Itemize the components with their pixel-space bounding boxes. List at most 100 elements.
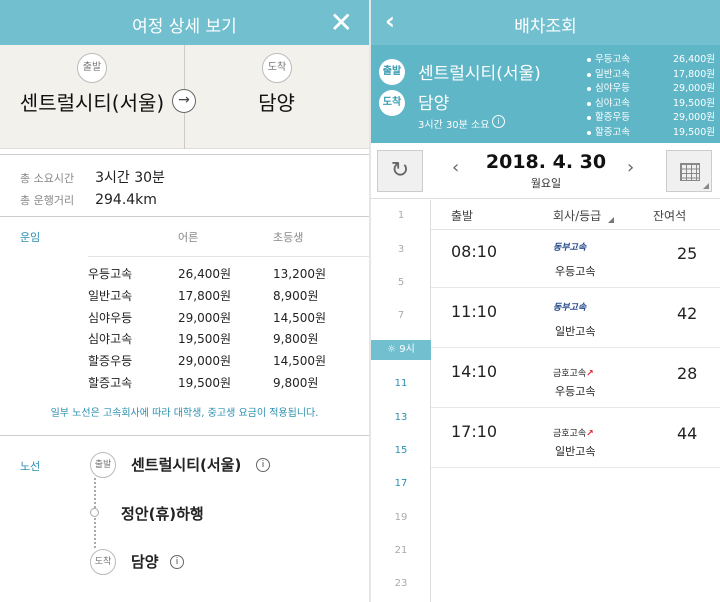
bullet-icon <box>587 87 591 92</box>
company-name: 금호고속 <box>553 429 587 439</box>
fare-row: 할증우등 29,000원 14,500원 <box>88 351 358 373</box>
company-logo: 금호고속↗ <box>553 426 603 442</box>
fare-child: 13,200원 <box>273 267 327 281</box>
hour-item[interactable]: 23 <box>371 578 431 589</box>
stop-departure: 센트럴시티(서울) <box>131 456 242 474</box>
fare-child: 8,900원 <box>273 288 319 303</box>
arrival-badge: 도착 <box>262 53 292 83</box>
fare-row: 할증고속 19,500원 9,800원 <box>88 373 358 395</box>
hour-item[interactable]: 11 <box>371 378 431 389</box>
remaining-seats: 42 <box>677 304 698 323</box>
grade-price: 19,500원 <box>673 126 715 138</box>
departure-terminal: 센트럴시티(서울) <box>19 91 165 115</box>
fare-grade: 할증우등 <box>88 354 133 369</box>
total-time-label: 총 소요시간 <box>20 172 75 185</box>
fare-table: 우등고속 26,400원 13,200원 일반고속 17,800원 8,900원… <box>88 264 358 395</box>
section-divider <box>0 154 369 155</box>
fare-header-divider <box>88 256 369 257</box>
bus-grade: 일반고속 <box>555 325 596 338</box>
fare-adult: 29,000원 <box>178 354 232 369</box>
schedule-row[interactable]: 14:10 금호고속↗ 우등고속 28 <box>431 348 720 408</box>
hour-item[interactable]: 13 <box>371 412 431 423</box>
grade-name: 할증고속 <box>595 126 630 138</box>
grade-name: 할증우등 <box>595 112 630 124</box>
page-title: 배차조회 <box>514 17 577 37</box>
fare-row: 일반고속 17,800원 8,900원 <box>88 286 358 308</box>
bus-grade: 우등고속 <box>555 265 596 278</box>
route-section-label: 노선 <box>20 460 41 473</box>
hour-item[interactable]: 17 <box>371 478 431 489</box>
fare-grade: 심야우등 <box>88 310 133 325</box>
sort-icon[interactable] <box>608 217 614 223</box>
schedule-row[interactable]: 17:10 금호고속↗ 일반고속 44 <box>431 408 720 468</box>
company-logo: 동부고속 <box>553 303 587 313</box>
fare-adult: 19,500원 <box>178 375 232 390</box>
stop-arrival: 담양 <box>131 553 159 571</box>
total-time-value: 3시간 30분 <box>95 170 165 186</box>
grade-name: 심야고속 <box>595 97 630 109</box>
company-logo: 동부고속 <box>553 243 587 253</box>
company-column-header[interactable]: 회사/등급 <box>553 207 601 224</box>
arrival-terminal: 담양 <box>258 91 295 115</box>
selected-date: 2018. 4. 30 <box>485 151 607 173</box>
fare-section-label: 운임 <box>20 231 41 244</box>
hour-item[interactable]: 5 <box>371 277 431 288</box>
grade-price-row: 우등고속 26,400원 <box>587 53 715 68</box>
corner-triangle <box>703 183 709 189</box>
seats-column-header: 잔여석 <box>653 209 687 223</box>
grade-name: 일반고속 <box>595 68 630 80</box>
close-icon[interactable]: ✕ <box>330 6 353 39</box>
kumho-mark-icon: ↗ <box>586 369 594 379</box>
fare-note: 일부 노선은 고속회사에 따라 대학생, 중고생 요금이 적용됩니다. <box>50 408 319 419</box>
trip-detail-header: 여정 상세 보기 ✕ <box>0 0 369 45</box>
arrival-badge: 도착 <box>379 90 405 116</box>
fare-child: 9,800원 <box>273 375 319 390</box>
schedule-row[interactable]: 11:10 동부고속 일반고속 42 <box>431 288 720 348</box>
grade-price: 17,800원 <box>673 68 715 80</box>
waypoint-marker <box>90 508 99 517</box>
fare-grade: 일반고속 <box>88 288 133 303</box>
section-divider <box>0 435 369 436</box>
kumho-mark-icon: ↗ <box>586 429 594 439</box>
remaining-seats: 28 <box>677 364 698 383</box>
departure-badge: 출발 <box>77 53 107 83</box>
info-icon[interactable]: i <box>492 115 505 128</box>
hour-item[interactable]: 7 <box>371 310 431 321</box>
schedule-row[interactable]: 08:10 동부고속 우등고속 25 <box>431 228 720 288</box>
hour-item[interactable]: 15 <box>371 445 431 456</box>
departure-time: 17:10 <box>451 422 498 441</box>
fare-row: 심야우등 29,000원 14,500원 <box>88 308 358 330</box>
fare-grade: 할증고속 <box>88 375 133 390</box>
fare-grade: 심야고속 <box>88 332 133 347</box>
hour-item[interactable]: 19 <box>371 512 431 523</box>
calendar-icon[interactable] <box>666 150 712 192</box>
info-icon[interactable]: i <box>256 458 270 472</box>
refresh-icon[interactable]: ↻ <box>377 150 423 192</box>
hour-item[interactable]: 1 <box>371 210 431 221</box>
company-name: 금호고속 <box>553 369 587 379</box>
fare-child: 9,800원 <box>273 332 319 347</box>
hour-item[interactable]: 3 <box>371 244 431 255</box>
trip-duration: 3시간 30분 소요 <box>418 120 490 131</box>
page-title: 여정 상세 보기 <box>132 17 237 37</box>
fare-grade: 우등고속 <box>88 267 133 281</box>
arrival-terminal: 담양 <box>418 94 450 114</box>
active-hour-label: 9시 <box>399 344 415 355</box>
fare-adult: 26,400원 <box>178 267 232 281</box>
route-summary: 출발 도착 센트럴시티(서울) 담양 → <box>0 45 369 149</box>
departure-time: 11:10 <box>451 302 498 321</box>
hour-index: 1 3 5 7 ☼ 9시 11 13 15 17 19 21 23 <box>371 200 431 602</box>
grade-price: 26,400원 <box>673 54 715 65</box>
previous-date-button[interactable]: ‹ <box>452 157 459 178</box>
grade-price-row: 할증고속 19,500원 <box>587 126 715 141</box>
grade-price: 29,000원 <box>673 112 715 124</box>
calendar-grid <box>680 163 700 181</box>
grade-price-row: 일반고속 17,800원 <box>587 68 715 83</box>
info-icon[interactable]: i <box>170 555 184 569</box>
app-screen: 여정 상세 보기 ✕ 출발 도착 센트럴시티(서울) 담양 → 총 소요시간 3… <box>0 0 720 602</box>
hour-item[interactable]: 21 <box>371 545 431 556</box>
hour-item-active[interactable]: ☼ 9시 <box>371 340 431 360</box>
fare-row: 우등고속 26,400원 13,200원 <box>88 264 358 286</box>
bus-grade: 일반고속 <box>555 445 596 458</box>
next-date-button[interactable]: › <box>627 157 634 178</box>
